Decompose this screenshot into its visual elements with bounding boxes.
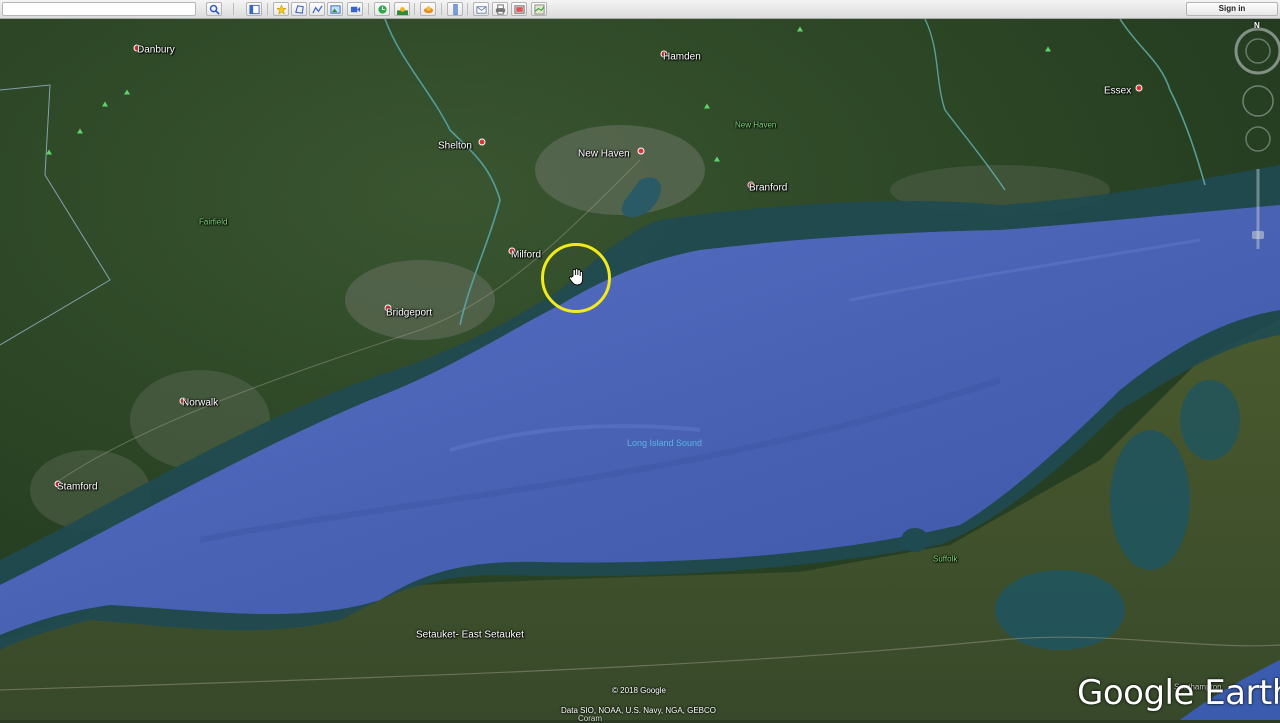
- google-earth-logo: Google Earth: [1077, 673, 1280, 713]
- park-marker[interactable]: [46, 149, 52, 155]
- add-path-icon: [311, 5, 323, 13]
- save-image-icon: [513, 4, 525, 14]
- park-marker[interactable]: [102, 101, 108, 107]
- park-marker[interactable]: [704, 103, 710, 109]
- place-label-bridgeport: Bridgeport: [386, 307, 433, 319]
- map-view[interactable]: Danbury Hamden Essex Shelton New Haven N…: [0, 18, 1280, 720]
- switch-to-sky-icon: [423, 5, 433, 13]
- add-placemark-icon: [275, 3, 287, 15]
- place-label-essex: Essex: [1104, 85, 1132, 97]
- place-label-shelton: Shelton: [438, 140, 472, 152]
- historical-imagery-icon: [377, 4, 387, 14]
- search-input[interactable]: [2, 2, 196, 16]
- place-label-hamden: Hamden: [663, 51, 701, 63]
- toolbar-separator: [467, 3, 468, 15]
- ruler-button[interactable]: [447, 2, 463, 16]
- place-label-milford: Milford: [511, 249, 542, 261]
- view-in-maps-button[interactable]: [531, 2, 547, 16]
- print-icon: [495, 3, 505, 15]
- toolbar-separator: [368, 3, 369, 15]
- historical-imagery-button[interactable]: [374, 2, 390, 16]
- toolbar: Sign in: [0, 0, 1280, 19]
- add-image-overlay-icon: [329, 4, 341, 14]
- park-marker[interactable]: [797, 26, 803, 32]
- copyright-text: © 2018 Google: [612, 686, 666, 695]
- navigation-controls-graphic: [1234, 27, 1280, 249]
- record-tour-icon: [350, 6, 360, 12]
- place-label-long-island-sound: Long Island Sound: [627, 438, 703, 448]
- park-marker[interactable]: [77, 128, 83, 134]
- place-label-fairfield: Fairfield: [199, 217, 228, 227]
- sign-in-button[interactable]: Sign in: [1186, 2, 1278, 16]
- sidebar-toggle-button[interactable]: [246, 2, 262, 16]
- ruler-icon: [452, 3, 458, 15]
- search-button[interactable]: [206, 2, 222, 16]
- sunlight-icon: [396, 6, 408, 15]
- place-label-new-haven: New Haven: [578, 148, 630, 160]
- look-joystick: [1242, 85, 1274, 117]
- navigation-controls: N: [1230, 19, 1280, 259]
- zoom-slider-handle: [1252, 231, 1264, 239]
- view-in-maps-icon: [533, 3, 545, 15]
- add-image-overlay-button[interactable]: [327, 2, 343, 16]
- switch-to-sky-button[interactable]: [420, 2, 436, 16]
- satellite-imagery: [0, 18, 1280, 720]
- park-marker[interactable]: [714, 156, 720, 162]
- toolbar-separator: [441, 3, 442, 15]
- sunlight-button[interactable]: [394, 2, 410, 16]
- city-marker[interactable]: [637, 147, 645, 155]
- search-icon: [209, 4, 220, 15]
- place-label-stamford: Stamford: [57, 481, 98, 493]
- compass-ring: [1234, 27, 1280, 75]
- toolbar-separator: [233, 3, 234, 15]
- add-polygon-icon: [294, 4, 304, 14]
- add-placemark-button[interactable]: [273, 2, 289, 16]
- add-polygon-button[interactable]: [291, 2, 307, 16]
- place-label-suffolk: Suffolk: [933, 554, 958, 564]
- move-joystick: [1245, 126, 1271, 152]
- city-marker[interactable]: [1135, 84, 1143, 92]
- hand-cursor-icon: [568, 268, 584, 286]
- place-label-branford: Branford: [749, 182, 788, 194]
- add-path-button[interactable]: [309, 2, 325, 16]
- toolbar-separator: [414, 3, 415, 15]
- north-indicator[interactable]: N: [1254, 21, 1260, 30]
- place-label-coram: Coram: [578, 714, 603, 723]
- place-label-new-haven-county: New Haven: [735, 120, 777, 130]
- place-label-danbury: Danbury: [137, 44, 175, 56]
- place-label-norwalk: Norwalk: [182, 397, 219, 409]
- sidebar-toggle-icon: [248, 4, 260, 14]
- park-marker[interactable]: [1045, 46, 1051, 52]
- toolbar-separator: [267, 3, 268, 15]
- email-icon: [475, 5, 487, 14]
- print-button[interactable]: [492, 2, 508, 16]
- park-marker[interactable]: [124, 89, 130, 95]
- place-label-setauket: Setauket- East Setauket: [416, 629, 524, 641]
- city-marker[interactable]: [478, 138, 486, 146]
- email-button[interactable]: [473, 2, 489, 16]
- record-tour-button[interactable]: [347, 2, 363, 16]
- save-image-button[interactable]: [511, 2, 527, 16]
